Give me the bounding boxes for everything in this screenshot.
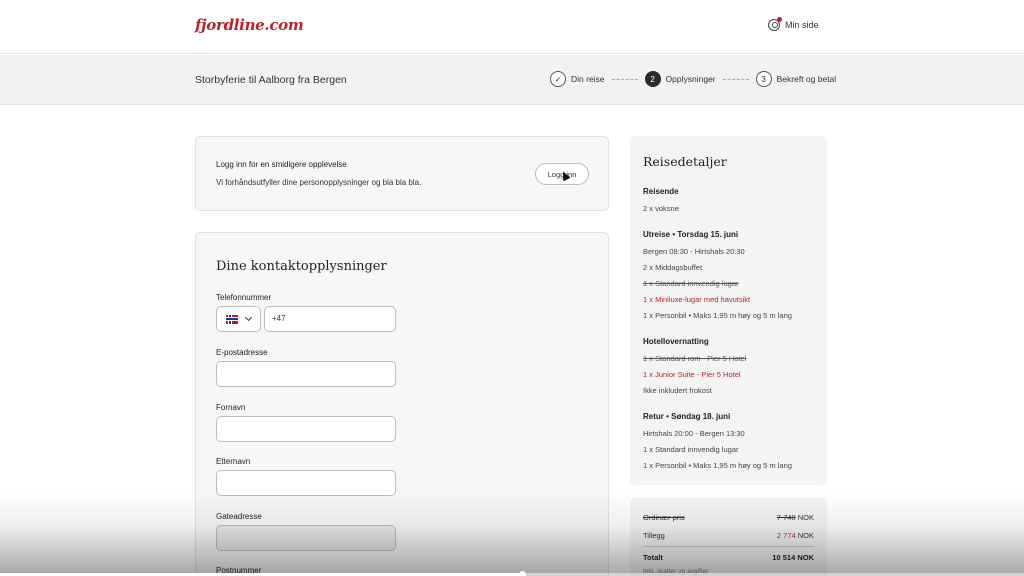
street-input[interactable] <box>216 525 396 551</box>
hotel-heading: Hotellovernatting <box>643 337 709 346</box>
outbound-cabin-new: 1 x Miniluxe-lugar med havutsikt <box>643 295 751 304</box>
lastname-input[interactable] <box>216 470 396 496</box>
step-label: Din reise <box>571 74 605 84</box>
login-description: Vi forhåndsutfyller dine personopplysnin… <box>216 178 422 187</box>
return-cabin: 1 x Standard innvendig lugar <box>643 445 739 454</box>
step-connector <box>611 78 638 80</box>
hotel-old: 1 x Standard rom - Pier 5 Hotel <box>643 354 747 363</box>
norway-flag-icon <box>226 314 238 324</box>
trip-title: Storbyferie til Aalborg fra Bergen <box>195 74 347 86</box>
step-din-reise[interactable]: ✓ Din reise <box>550 71 605 87</box>
currency-label: NOK <box>797 513 814 522</box>
step-connector <box>722 78 749 80</box>
step-number: 2 <box>644 71 661 87</box>
hotel-new: 1 x Junior Suite - Pier 5 Hotel <box>643 370 741 379</box>
total-value: 10 514 NOK <box>772 553 814 562</box>
outbound-car: 1 x Personbil • Maks 1,95 m høy og 5 m l… <box>643 311 792 320</box>
extra-price-row: Tillegg 2 774 NOK <box>643 531 814 540</box>
total-price-row: Totalt 10 514 NOK <box>643 553 814 562</box>
price-summary-card: Ordinær pris 7 740 NOK Tillegg 2 774 NOK… <box>630 498 827 576</box>
extra-price-value: 2 774 <box>776 531 796 540</box>
phone-label: Telefonnummer <box>216 293 272 302</box>
travelers-heading: Reisende <box>643 187 679 196</box>
step-label: Bekreft og betal <box>776 74 837 84</box>
return-route: Hirtshals 20:00 - Bergen 13:30 <box>643 429 745 438</box>
travel-details-card: Reisedetaljer Reisende 2 x voksne Utreis… <box>630 136 827 485</box>
phone-input[interactable]: +47 <box>264 306 396 332</box>
step-number: 3 <box>755 71 772 87</box>
contact-form-card: Dine kontaktopplysninger Telefonnummer +… <box>195 232 609 576</box>
fjordline-logo[interactable]: fjordline.com <box>195 16 304 34</box>
user-icon <box>768 17 782 31</box>
hotel-note: Ikke inkludert frokost <box>643 386 712 395</box>
booking-steps: ✓ Din reise 2 Opplysninger 3 Bekreft og … <box>550 71 836 87</box>
login-title: Logg inn for en smidigere opplevelse <box>216 160 347 169</box>
my-page-label: Min side <box>785 20 819 30</box>
step-opplysninger: 2 Opplysninger <box>644 71 716 87</box>
firstname-input[interactable] <box>216 416 396 442</box>
login-card: Logg inn for en smidigere opplevelse Vi … <box>195 136 609 211</box>
email-label: E-postadresse <box>216 348 268 357</box>
contact-title: Dine kontaktopplysninger <box>216 259 387 274</box>
progress-step-bar: Storbyferie til Aalborg fra Bergen ✓ Din… <box>0 55 1024 105</box>
step-bekreft-og-betal: 3 Bekreft og betal <box>755 71 837 87</box>
ordinary-price-label: Ordinær pris <box>643 513 685 522</box>
lastname-label: Etternavn <box>216 457 251 466</box>
details-title: Reisedetaljer <box>643 154 727 169</box>
chevron-down-icon <box>244 313 253 322</box>
email-input[interactable] <box>216 361 396 387</box>
travelers-count: 2 x voksne <box>643 204 679 213</box>
step-label: Opplysninger <box>665 74 716 84</box>
outbound-route: Bergen 08:30 - Hirtshals 20:30 <box>643 247 745 256</box>
country-code-select[interactable] <box>216 306 261 332</box>
video-scrubber-handle[interactable] <box>519 571 527 576</box>
ordinary-price-value: 7 740 <box>776 513 796 522</box>
outbound-meal: 2 x Middagsbuffet <box>643 263 703 272</box>
currency-label: NOK <box>797 531 814 540</box>
ordinary-price-row: Ordinær pris 7 740 NOK <box>643 513 814 522</box>
street-label: Gateadresse <box>216 512 262 521</box>
outbound-heading: Utreise • Torsdag 15. juni <box>643 230 739 239</box>
outbound-cabin-old: 1 x Standard innvendig lugar <box>643 279 739 288</box>
top-bar: fjordline.com Min side <box>0 0 1024 54</box>
firstname-label: Fornavn <box>216 403 246 412</box>
return-heading: Retur • Søndag 18. juni <box>643 412 731 421</box>
my-page-link[interactable]: Min side <box>768 17 819 31</box>
check-icon: ✓ <box>550 71 566 87</box>
return-car: 1 x Personbil • Maks 1,95 m høy og 5 m l… <box>643 461 792 470</box>
price-divider <box>643 546 814 547</box>
extra-price-label: Tillegg <box>643 531 665 540</box>
total-label: Totalt <box>643 553 663 562</box>
